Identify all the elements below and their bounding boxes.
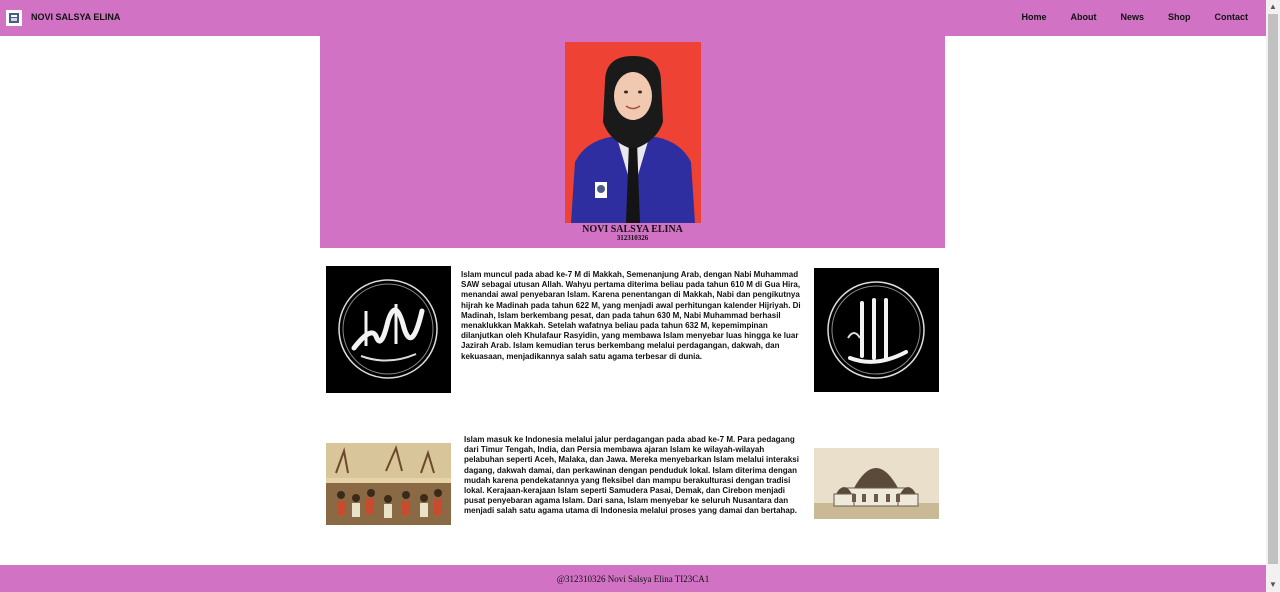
brand-title[interactable]: NOVI SALSYA ELINA bbox=[31, 12, 120, 22]
nav-menu: Home About News Shop Contact bbox=[1021, 12, 1248, 22]
page-footer: @312310326 Novi Salsya Elina TI23CA1 bbox=[0, 565, 1266, 592]
nav-link-contact[interactable]: Contact bbox=[1215, 12, 1249, 22]
campus-logo-icon[interactable] bbox=[6, 10, 22, 26]
scroll-up-arrow-icon[interactable]: ▲ bbox=[1266, 0, 1280, 14]
nav-link-home[interactable]: Home bbox=[1021, 12, 1046, 22]
page-scrollbar[interactable]: ▲ ▼ bbox=[1266, 0, 1280, 592]
nav-link-news[interactable]: News bbox=[1120, 12, 1144, 22]
profile-header: NOVI SALSYA ELINA 312310326 bbox=[320, 36, 945, 248]
scroll-thumb[interactable] bbox=[1268, 14, 1278, 564]
muhammad-calligraphy-image bbox=[326, 266, 451, 393]
islam-indonesia-paragraph: Islam masuk ke Indonesia melalui jalur p… bbox=[464, 435, 799, 516]
islam-origin-paragraph: Islam muncul pada abad ke-7 M di Makkah,… bbox=[461, 270, 801, 361]
mosque-illustration-image bbox=[814, 448, 939, 519]
profile-photo bbox=[565, 42, 701, 223]
nav-link-about[interactable]: About bbox=[1070, 12, 1096, 22]
islam-arrival-painting-image bbox=[326, 443, 451, 525]
top-navbar: NOVI SALSYA ELINA Home About News Shop C… bbox=[0, 0, 1266, 36]
allah-calligraphy-image bbox=[814, 268, 939, 392]
footer-copyright: @312310326 Novi Salsya Elina TI23CA1 bbox=[556, 573, 710, 584]
scroll-down-arrow-icon[interactable]: ▼ bbox=[1266, 578, 1280, 592]
nav-link-shop[interactable]: Shop bbox=[1168, 12, 1191, 22]
profile-nim: 312310326 bbox=[616, 234, 649, 242]
